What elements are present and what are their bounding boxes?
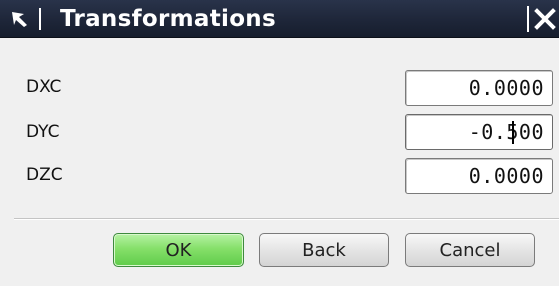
- dyc-input-value: -0.500: [468, 120, 544, 144]
- close-icon: [534, 8, 556, 30]
- title-separator: [527, 6, 529, 32]
- dyc-label: DYC: [26, 122, 60, 142]
- dxc-input[interactable]: 0.0000: [405, 70, 553, 106]
- title-bar: Transformations: [0, 0, 559, 38]
- text-caret: [512, 121, 514, 144]
- cancel-button[interactable]: Cancel: [405, 233, 535, 267]
- dxc-label: DXC: [26, 77, 62, 97]
- title-separator: [39, 8, 41, 30]
- divider-highlight: [14, 219, 559, 220]
- dzc-input[interactable]: 0.0000: [405, 158, 553, 194]
- window-title: Transformations: [60, 6, 276, 32]
- back-button[interactable]: Back: [259, 233, 389, 267]
- close-button[interactable]: [533, 5, 559, 33]
- ok-button[interactable]: OK: [113, 233, 244, 267]
- select-arrow-icon[interactable]: [6, 8, 34, 30]
- dyc-input[interactable]: -0.500: [405, 114, 553, 150]
- dzc-label: DZC: [26, 165, 63, 185]
